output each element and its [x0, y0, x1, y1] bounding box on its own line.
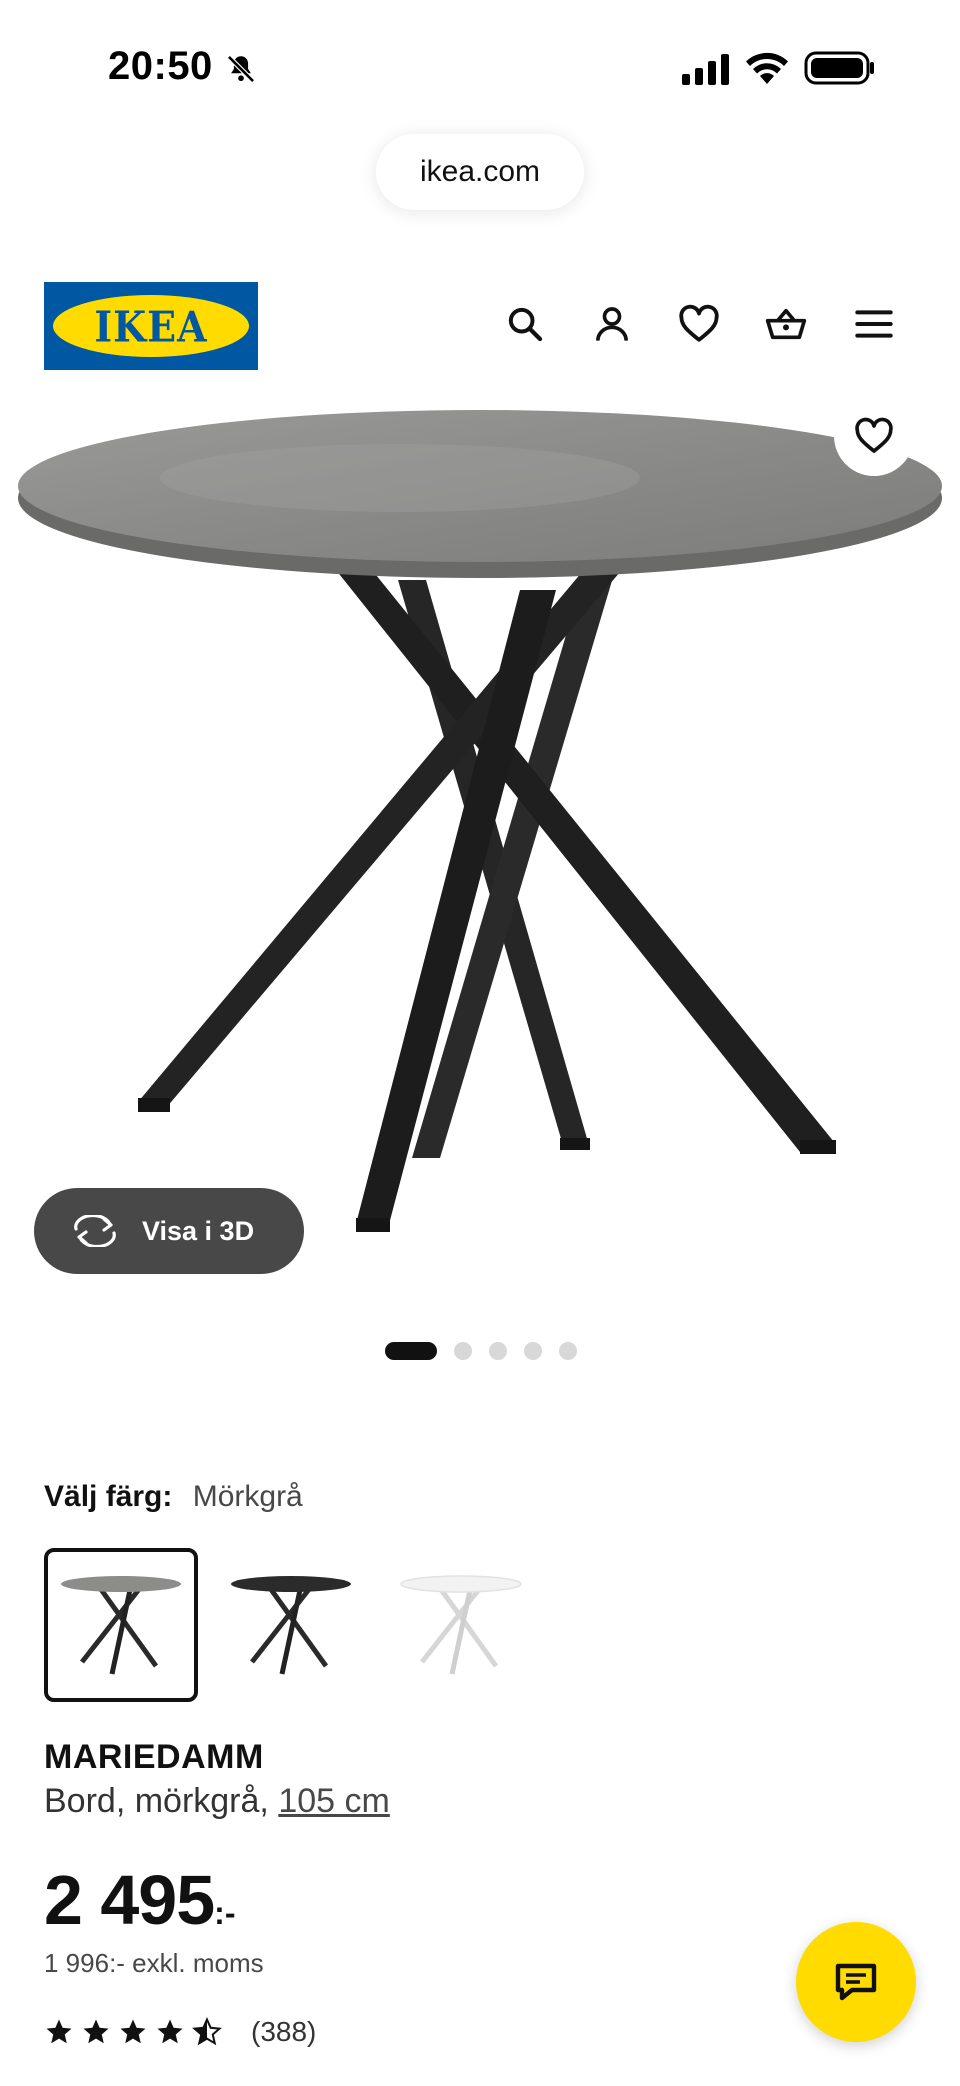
color-label: Välj färg:	[44, 1480, 173, 1513]
color-selected-value: Mörkgrå	[192, 1480, 303, 1513]
chat-button[interactable]	[796, 1922, 916, 2042]
table-thumbnail-black	[231, 1576, 351, 1675]
view-3d-label: Visa i 3D	[142, 1215, 255, 1246]
status-bar: 20:50	[0, 0, 960, 140]
price-main: 2 495	[44, 1861, 215, 1939]
account-icon	[596, 307, 628, 341]
save-favourite-button[interactable]	[834, 396, 914, 476]
table-thumbnail-dark-grey	[61, 1576, 181, 1675]
product-image[interactable]	[0, 390, 960, 1290]
address-bar[interactable]: ikea.com	[376, 134, 584, 210]
star-half-icon	[192, 2017, 222, 2046]
product-size-link[interactable]: 105 cm	[278, 1782, 390, 1820]
gallery-dot[interactable]	[385, 1342, 437, 1360]
gallery-dot[interactable]	[489, 1342, 507, 1360]
gallery-dot[interactable]	[559, 1342, 577, 1360]
wifi-icon	[746, 52, 788, 84]
heart-icon	[679, 304, 719, 342]
color-swatch-black[interactable]	[214, 1548, 368, 1702]
color-chooser-heading: Välj färg: Mörkgrå	[44, 1480, 303, 1514]
signal-icon	[682, 54, 729, 85]
table-thumbnail-white	[400, 1575, 522, 1675]
battery-icon	[804, 51, 874, 85]
ikea-logo[interactable]: IKEA	[44, 282, 258, 370]
heart-icon	[855, 417, 893, 453]
gallery-pagination	[385, 1342, 594, 1360]
star-icon	[120, 2019, 146, 2044]
basket-icon	[765, 308, 807, 340]
star-icon	[83, 2019, 109, 2044]
rotate-3d-icon	[74, 1215, 116, 1247]
gallery-dot[interactable]	[524, 1342, 542, 1360]
rating[interactable]: (388)	[44, 2016, 316, 2048]
price-excl-vat: 1 996:- exkl. moms	[44, 1948, 264, 1978]
search-icon	[508, 307, 543, 342]
product-type: Bord, mörkgrå,	[44, 1782, 279, 1820]
basket-button[interactable]	[762, 300, 810, 348]
view-3d-button[interactable]: Visa i 3D	[34, 1188, 304, 1274]
star-icon	[157, 2019, 183, 2044]
logo-text: IKEA	[94, 301, 208, 351]
chat-icon	[835, 1963, 877, 2001]
rating-count: (388)	[251, 2016, 317, 2047]
logo-oval: IKEA	[53, 295, 249, 357]
color-swatch-white[interactable]	[384, 1548, 538, 1702]
search-button[interactable]	[501, 300, 549, 348]
bell-slash-icon	[226, 54, 256, 84]
color-swatch-dark-grey[interactable]	[44, 1548, 198, 1702]
status-time: 20:50	[108, 44, 213, 88]
account-button[interactable]	[588, 300, 636, 348]
product-description: Bord, mörkgrå, 105 cm	[44, 1782, 390, 1821]
menu-button[interactable]	[850, 300, 898, 348]
favourites-button[interactable]	[675, 300, 723, 348]
product-name: MARIEDAMM	[44, 1738, 264, 1776]
star-icon	[46, 2019, 72, 2044]
product-price: 2 495:-	[44, 1860, 235, 1940]
price-suffix: :-	[214, 1895, 236, 1931]
menu-icon	[855, 310, 893, 338]
gallery-dot[interactable]	[454, 1342, 472, 1360]
